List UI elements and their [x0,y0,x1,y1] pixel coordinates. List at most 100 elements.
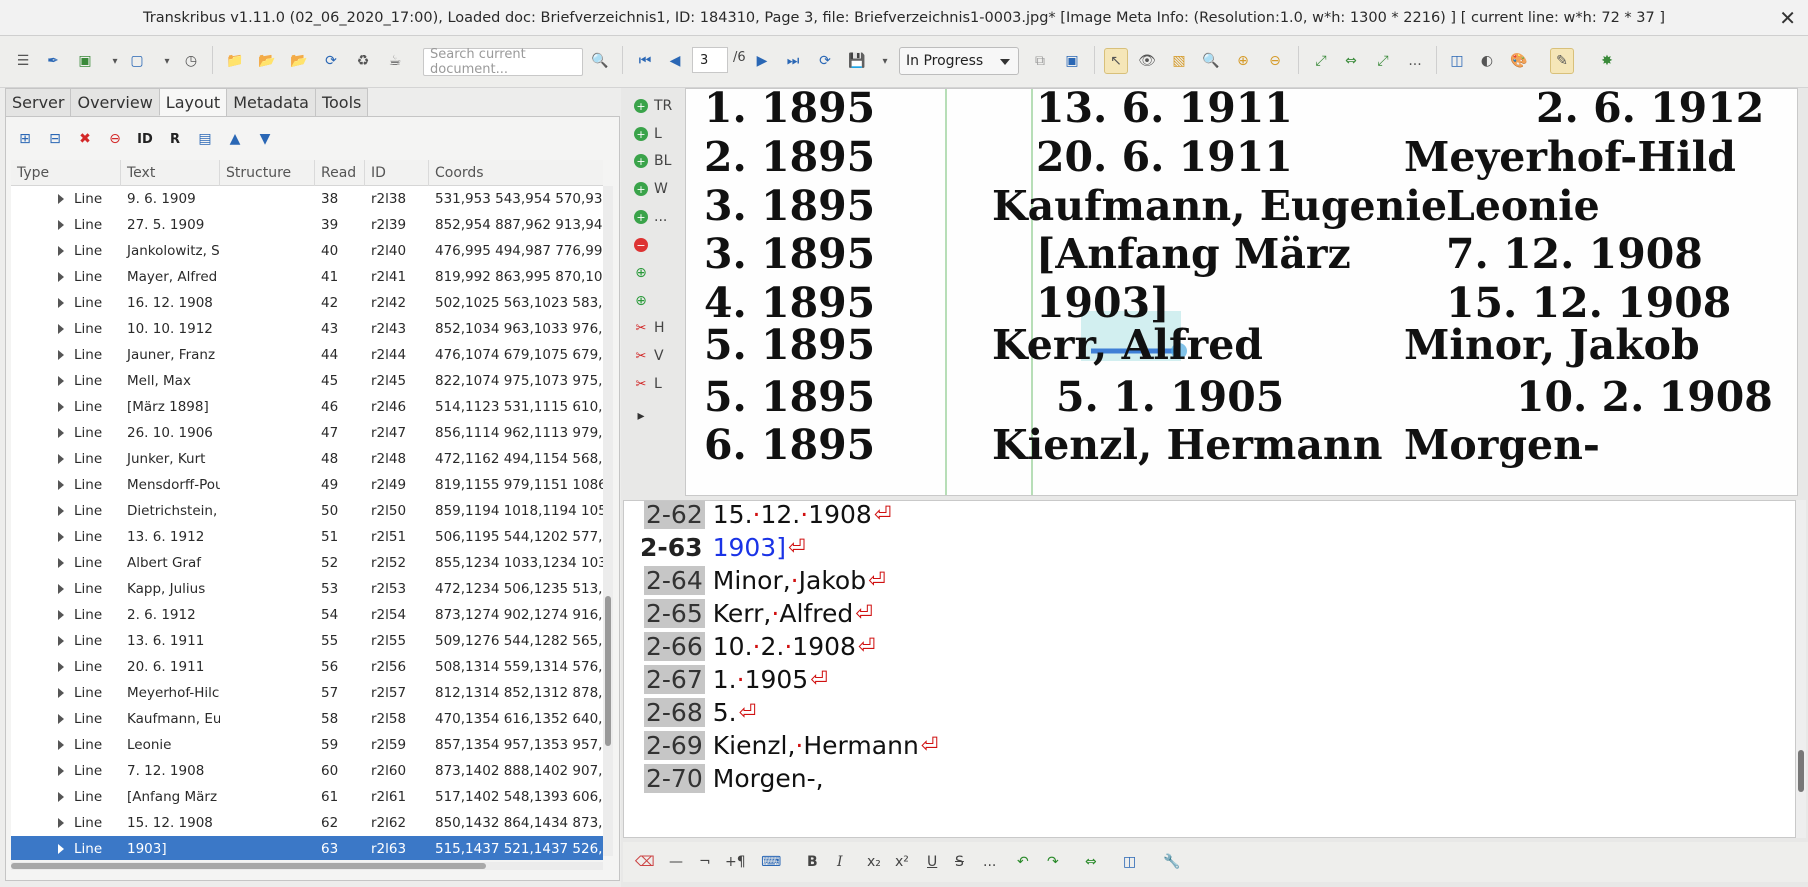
next-page-icon[interactable]: ▶ [751,50,773,72]
expand-arrow-icon[interactable] [58,480,64,490]
tab-metadata[interactable]: Metadata [226,88,316,116]
expand-arrow-icon[interactable] [58,792,64,802]
line-text[interactable]: Kerr,·Alfred [713,599,853,628]
fit-height-icon[interactable]: ⤢ [1372,50,1394,72]
expand-arrow-icon[interactable] [58,688,64,698]
line-text[interactable]: 15.·12.·1908 [713,501,872,529]
line-text[interactable]: 1.·1905 [713,665,808,694]
line-text[interactable]: 5. [713,698,737,727]
contrast-icon[interactable]: ◐ [1476,50,1498,72]
delete-icon[interactable]: ✖ [74,128,96,150]
editor-scrollbar[interactable] [1796,500,1806,838]
expand-arrow-icon[interactable] [58,506,64,516]
line-text[interactable]: Minor,·Jakob [713,566,866,595]
scrollbar-thumb[interactable] [605,596,611,746]
page-icon[interactable]: ▣ [1061,50,1083,72]
side-tool-7[interactable]: ⊕ [634,291,654,311]
line-text[interactable]: 10.·2.·1908 [713,632,856,661]
italic-button[interactable]: I [837,854,843,870]
settings-icon[interactable]: 🔧 [1163,854,1180,870]
not-sign-icon[interactable]: ¬ [699,854,711,870]
col-coords[interactable]: Coords [429,160,603,186]
save-icon[interactable]: 💾 [846,50,868,72]
expand-arrow-icon[interactable] [58,402,64,412]
side-tool-3[interactable]: + W [634,179,668,199]
tab-server[interactable]: Server [5,88,72,116]
expand-arrow-icon[interactable] [58,324,64,334]
expand-arrow-icon[interactable] [58,272,64,282]
bold-button[interactable]: B [807,854,818,870]
table-row[interactable]: Line Dietrichstein, 50 r2l50 859,1194 1018,1… [11,498,603,524]
prev-page-icon[interactable]: ◀ [664,50,686,72]
folder-open-icon[interactable]: 📂 [288,50,310,72]
line-text[interactable]: Kienzl,·Hermann [713,731,919,760]
table-horizontal-scrollbar[interactable] [11,862,603,870]
more-icon[interactable]: ... [1404,50,1426,72]
underline-button[interactable]: U [927,854,937,870]
table-row[interactable]: Line Mensdorff-Pou 49 r2l49 819,1155 979,115… [11,472,603,498]
search-icon[interactable]: 🔍 [589,50,611,72]
expand-arrow-icon[interactable] [58,558,64,568]
side-tool-9[interactable]: ✂ V [634,346,664,366]
page-image[interactable]: 1. 18952. 18953. 18953. 18954. 18955. 18… [686,89,1798,496]
table-row[interactable]: Line 27. 5. 1909 39 r2l39 852,954 887,962 91… [11,212,603,238]
table-row[interactable]: Line Kapp, Julius 53 r2l53 472,1234 506,1235… [11,576,603,602]
table-row[interactable]: Line Meyerhof-Hilc 57 r2l57 812,1314 852,131… [11,680,603,706]
side-tool-5[interactable]: − [634,235,654,255]
first-page-icon[interactable]: ⏮ [634,50,656,72]
transcription-editor[interactable]: 2-62 15.·12.·1908 ⏎ 2-63 1903] ⏎ 2-64 Minor,·Ja… [623,500,1796,838]
page-number-input[interactable]: 3 [692,47,728,73]
table-row[interactable]: Line Mayer, Alfred 41 r2l41 819,992 863,995 … [11,264,603,290]
copy-icon[interactable]: ⧉ [1029,50,1051,72]
table-row[interactable]: Line 7. 12. 1908 60 r2l60 873,1402 888,1402 … [11,758,603,784]
editor-line[interactable]: 2-65 Kerr,·Alfred ⏎ [644,596,873,630]
collapse-all-icon[interactable]: ⊟ [44,128,66,150]
table-row[interactable]: Line Leonie 59 r2l59 857,1354 957,1353 957, [11,732,603,758]
expand-arrow-icon[interactable] [58,194,64,204]
editor-line[interactable]: 2-70 Morgen-, [644,761,824,795]
side-tool-8[interactable]: ✂ H [634,318,665,338]
chevron-down-icon[interactable]: ▾ [104,50,126,72]
table-row[interactable]: Line [Anfang März 61 r2l61 517,1402 548,1393… [11,784,603,810]
region-icon[interactable]: ▧ [1168,50,1190,72]
line-text[interactable]: 1903] [713,533,786,562]
tab-tools[interactable]: Tools [314,88,369,116]
zoom-icon[interactable]: 🔍 [1200,50,1222,72]
expand-arrow-icon[interactable] [58,714,64,724]
table-row[interactable]: Line Kaufmann, Euğ 58 r2l58 470,1354 616,135… [11,706,603,732]
reading-order-icon[interactable]: R [164,128,186,150]
expand-arrow-icon[interactable] [58,298,64,308]
expand-arrow-icon[interactable] [58,220,64,230]
remove-icon[interactable]: ⊖ [104,128,126,150]
expand-arrow-icon[interactable] [58,584,64,594]
col-id[interactable]: ID [365,160,429,186]
scrollbar-thumb[interactable] [1798,750,1804,792]
tab-overview[interactable]: Overview [70,88,160,116]
col-structure[interactable]: Structure [220,160,315,186]
search-input[interactable]: Search current document... [423,47,583,77]
window-icon[interactable]: ▢ [126,50,148,72]
table-row[interactable]: Line 15. 12. 1908 62 r2l62 850,1432 864,1434… [11,810,603,836]
side-tool-0[interactable]: + TR [634,96,672,116]
reload-icon[interactable]: ⟳ [814,50,836,72]
expand-arrow-icon[interactable] [58,818,64,828]
id-icon[interactable]: ID [134,128,156,150]
side-tool-2[interactable]: + BL [634,151,671,171]
editor-line[interactable]: 2-63 1903] ⏎ [638,530,806,564]
eye-icon[interactable]: 👁 [1136,50,1158,72]
refresh-icon[interactable]: ⟳ [320,50,342,72]
edit-mode-icon[interactable]: ✎ [1550,48,1574,74]
table-row[interactable]: Line 20. 6. 1911 56 r2l56 508,1314 559,1314 … [11,654,603,680]
last-page-icon[interactable]: ⏭ [782,50,804,72]
expand-arrow-icon[interactable] [58,610,64,620]
table-row[interactable]: Line 1903] 63 r2l63 515,1437 521,1437 526, [11,836,603,860]
move-down-icon[interactable]: ▼ [254,128,276,150]
fit-page-icon[interactable]: ⤢ [1310,50,1332,72]
table-row[interactable]: Line 13. 6. 1911 55 r2l55 509,1276 544,1282 … [11,628,603,654]
table-row[interactable]: Line Mell, Max 45 r2l45 822,1074 975,1073 97… [11,368,603,394]
side-tool-1[interactable]: + L [634,124,662,144]
line-text[interactable]: Morgen-, [713,764,824,793]
editor-line[interactable]: 2-62 15.·12.·1908 ⏎ [644,501,891,531]
layers-icon[interactable]: ◫ [1446,50,1468,72]
keyboard-icon[interactable]: ⌨ [761,854,781,870]
